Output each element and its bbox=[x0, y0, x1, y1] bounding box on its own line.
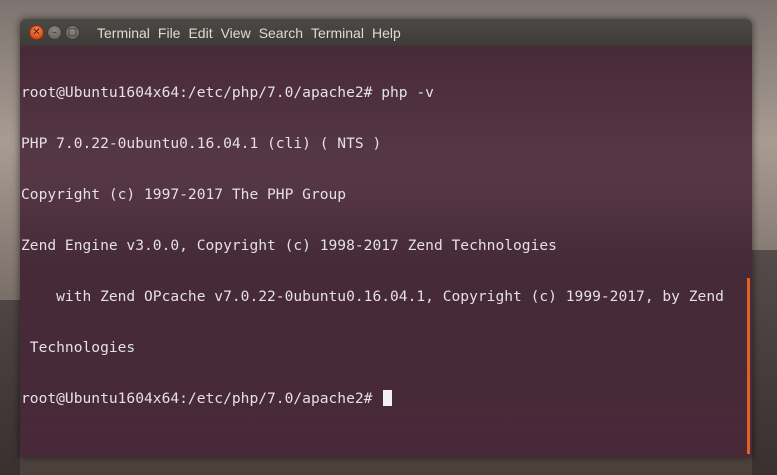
prompt: root@Ubuntu1604x64:/etc/php/7.0/apache2# bbox=[21, 390, 382, 407]
terminal-line: root@Ubuntu1604x64:/etc/php/7.0/apache2#… bbox=[21, 84, 434, 101]
terminal-line: Zend Engine v3.0.0, Copyright (c) 1998-2… bbox=[21, 237, 557, 254]
terminal-line: Technologies bbox=[21, 339, 136, 356]
title-bar[interactable]: ✕ – □ Terminal File Edit View Search Ter… bbox=[20, 19, 752, 46]
menu-file[interactable]: File bbox=[158, 23, 181, 43]
menu-edit[interactable]: Edit bbox=[188, 23, 212, 43]
terminal-line: PHP 7.0.22-0ubuntu0.16.04.1 (cli) ( NTS … bbox=[21, 135, 382, 152]
close-button[interactable]: ✕ bbox=[29, 25, 44, 40]
menu-terminal[interactable]: Terminal bbox=[311, 23, 364, 43]
terminal-line: Copyright (c) 1997-2017 The PHP Group bbox=[21, 186, 347, 203]
terminal-window[interactable]: ✕ – □ Terminal File Edit View Search Ter… bbox=[20, 19, 752, 457]
minimize-icon: – bbox=[52, 26, 57, 38]
terminal-output[interactable]: root@Ubuntu1604x64:/etc/php/7.0/apache2#… bbox=[21, 50, 724, 441]
maximize-icon: □ bbox=[67, 26, 78, 38]
background-scenery bbox=[752, 250, 777, 475]
terminal-area[interactable]: root@Ubuntu1604x64:/etc/php/7.0/apache2#… bbox=[20, 46, 752, 457]
close-icon: ✕ bbox=[32, 26, 41, 38]
maximize-button[interactable]: □ bbox=[65, 25, 80, 40]
desktop-background: ✕ – □ Terminal File Edit View Search Ter… bbox=[0, 0, 777, 475]
menu-view[interactable]: View bbox=[221, 23, 251, 43]
terminal-line: with Zend OPcache v7.0.22-0ubuntu0.16.04… bbox=[21, 288, 724, 305]
text-cursor bbox=[383, 390, 393, 406]
menu-terminal-app[interactable]: Terminal bbox=[97, 23, 150, 43]
scrollbar[interactable] bbox=[747, 278, 750, 454]
menu-help[interactable]: Help bbox=[372, 23, 401, 43]
menu-bar: Terminal File Edit View Search Terminal … bbox=[97, 23, 409, 43]
background-scenery bbox=[0, 300, 20, 475]
menu-search[interactable]: Search bbox=[259, 23, 303, 43]
minimize-button[interactable]: – bbox=[47, 25, 62, 40]
prompt-line[interactable]: root@Ubuntu1604x64:/etc/php/7.0/apache2# bbox=[21, 390, 724, 407]
